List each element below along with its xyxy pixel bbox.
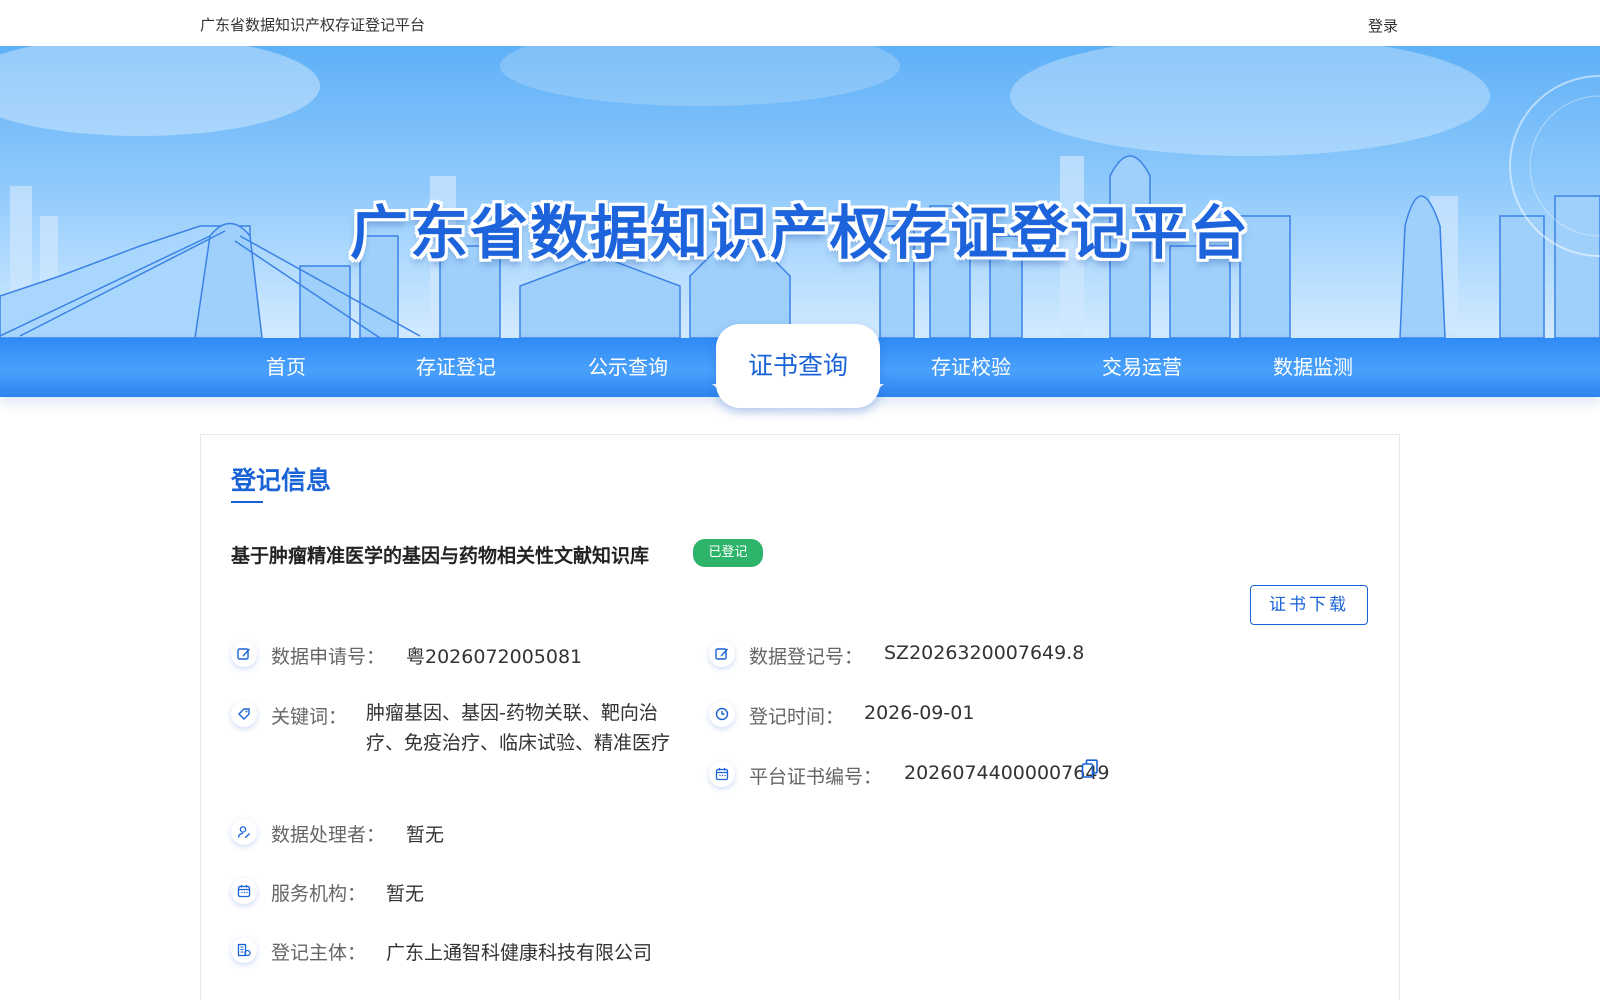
field-value: 肿瘤基因、基因-药物关联、靶向治疗、免疫治疗、临床试验、精准医疗 [366, 702, 671, 754]
site-name: 广东省数据知识产权存证登记平台 [200, 16, 426, 34]
edit-icon [709, 641, 735, 667]
field-value: 暂无 [386, 883, 425, 905]
record-title: 基于肿瘤精准医学的基因与药物相关性文献知识库 [231, 545, 650, 567]
banner-title: 广东省数据知识产权存证登记平台 [349, 199, 1250, 267]
field-label: 登记时间： [749, 706, 845, 728]
top-bar: 广东省数据知识产权存证登记平台 登录 [0, 0, 1600, 46]
nav-item-monitoring[interactable]: 数据监测 [1238, 338, 1388, 397]
nav-item-verification[interactable]: 存证校验 [896, 338, 1046, 397]
certificate-download-button[interactable]: 证书下载 [1250, 585, 1368, 625]
nav-item-certificate-query-wrap: 证书查询 [712, 324, 884, 412]
section-title-underline [231, 501, 263, 503]
field-label: 平台证书编号： [749, 766, 883, 788]
tag-icon [231, 701, 257, 727]
nav-item-home[interactable]: 首页 [211, 338, 361, 397]
clock-icon [709, 701, 735, 727]
main-nav: 首页 存证登记 公示查询 证书查询 存证校验 交易运营 数据监测 [0, 324, 1600, 412]
field-value: 暂无 [406, 824, 445, 846]
building-icon [231, 937, 257, 963]
nav-item-certificate-query[interactable]: 证书查询 [716, 324, 880, 408]
edit-icon [231, 641, 257, 667]
field-label: 登记主体： [271, 942, 367, 964]
calendar-icon [709, 761, 735, 787]
field-label: 服务机构： [271, 883, 367, 905]
field-value: 广东上通智科健康科技有限公司 [386, 942, 653, 964]
nav-item-trading[interactable]: 交易运营 [1067, 338, 1217, 397]
field-label: 数据处理者： [271, 824, 386, 846]
copy-icon[interactable] [1081, 759, 1099, 779]
status-badge: 已登记 [693, 539, 763, 567]
registration-info-card: 登记信息 基于肿瘤精准医学的基因与药物相关性文献知识库 已登记 证书下载 数据申… [200, 434, 1400, 1000]
field-value: 2026-09-01 [864, 702, 975, 724]
field-label: 数据登记号： [749, 646, 864, 668]
field-label: 关键词： [271, 706, 348, 728]
section-title: 登记信息 [231, 466, 332, 495]
banner: 广东省数据知识产权存证登记平台 [0, 46, 1600, 338]
user-edit-icon [231, 819, 257, 845]
field-label: 数据申请号： [271, 646, 386, 668]
field-value: 粤2026072005081 [406, 646, 583, 668]
field-value: 20260744000007649 [904, 762, 1110, 784]
nav-item-registration[interactable]: 存证登记 [381, 338, 531, 397]
field-value: SZ2026320007649.8 [884, 642, 1085, 664]
nav-item-public-query[interactable]: 公示查询 [553, 338, 703, 397]
login-link[interactable]: 登录 [1368, 15, 1398, 36]
calendar-icon [231, 878, 257, 904]
